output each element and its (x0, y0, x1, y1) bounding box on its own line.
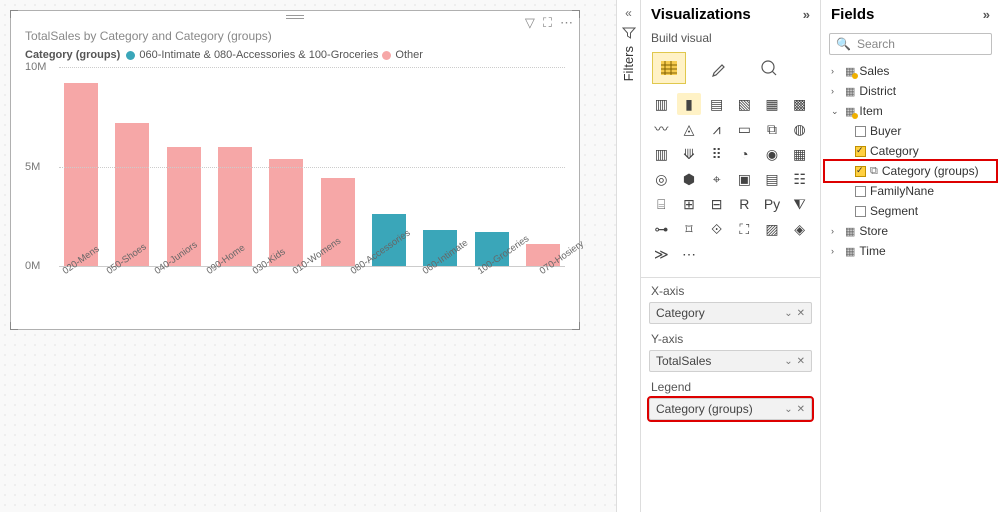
viz-type-button[interactable]: ▮ (677, 93, 702, 115)
table-icon: ▦ (845, 105, 855, 118)
more-icon[interactable]: ⋯ (560, 15, 573, 31)
viz-type-button[interactable]: ⧉ (760, 118, 785, 140)
visualizations-panel: Visualizations» Build visual ▥▮▤▧▦▩〰◬⩘▭⧉… (640, 0, 820, 512)
field-node[interactable]: Buyer (825, 121, 996, 141)
checkbox[interactable] (855, 166, 866, 177)
viz-type-button[interactable]: ⌸ (649, 193, 674, 215)
viz-type-button[interactable]: ⩘ (704, 118, 729, 140)
viz-type-button[interactable]: ⬢ (677, 168, 702, 190)
field-node[interactable]: Category (825, 141, 996, 161)
table-icon: ▦ (845, 225, 855, 238)
field-node[interactable]: FamilyNane (825, 181, 996, 201)
table-node[interactable]: ›▦District (825, 81, 996, 101)
group-icon: ⧉ (870, 165, 878, 178)
chevron-down-icon: ⌄ (784, 308, 792, 319)
checkbox[interactable] (855, 206, 866, 217)
viz-type-button[interactable]: ⊟ (704, 193, 729, 215)
viz-type-button[interactable]: ⛶ (732, 218, 757, 240)
viz-type-button[interactable]: ⧨ (787, 193, 812, 215)
field-node[interactable]: Segment (825, 201, 996, 221)
viz-type-button[interactable]: ◍ (787, 118, 812, 140)
chevron-down-icon: ⌄ (784, 404, 792, 415)
checkbox[interactable] (855, 186, 866, 197)
viz-type-button[interactable]: ▥ (649, 93, 674, 115)
viz-type-button[interactable]: ⟱ (677, 143, 702, 165)
viz-type-button[interactable]: ⌖ (704, 168, 729, 190)
x-axis-label: X-axis (641, 278, 820, 300)
viz-type-button[interactable]: ▨ (760, 218, 785, 240)
legend-well[interactable]: Category (groups)⌄✕ (649, 398, 812, 420)
viz-type-button[interactable]: ⊶ (649, 218, 674, 240)
drag-handle-icon[interactable] (286, 15, 304, 19)
table-icon: ▦ (845, 245, 855, 258)
chevron-right-icon[interactable]: » (803, 7, 810, 22)
build-visual-label: Build visual (641, 29, 820, 47)
chart-visual[interactable]: ▽ ⛶ ⋯ TotalSales by Category and Categor… (10, 10, 580, 330)
filter-icon[interactable]: ▽ (525, 15, 535, 31)
checkbox[interactable] (855, 146, 866, 157)
table-node[interactable]: ⌄▦Item (825, 101, 996, 121)
viz-type-button[interactable]: ▣ (732, 168, 757, 190)
viz-type-button[interactable]: ◬ (677, 118, 702, 140)
y-axis-label: Y-axis (641, 326, 820, 348)
viz-type-button[interactable]: ▤ (704, 93, 729, 115)
analytics-tab[interactable] (753, 53, 785, 83)
close-icon: ✕ (797, 356, 805, 367)
viz-type-button[interactable]: ▦ (760, 93, 785, 115)
viz-type-button[interactable]: ▧ (732, 93, 757, 115)
viz-type-button[interactable]: R (732, 193, 757, 215)
chevron-down-icon: ⌄ (784, 356, 792, 367)
table-node[interactable]: ›▦Store (825, 221, 996, 241)
x-axis-well[interactable]: Category⌄✕ (649, 302, 812, 324)
y-axis-well[interactable]: TotalSales⌄✕ (649, 350, 812, 372)
viz-type-button[interactable]: Py (760, 193, 785, 215)
panel-title: Visualizations (651, 6, 751, 23)
viz-type-button[interactable]: ▥ (649, 143, 674, 165)
viz-type-button[interactable]: ⠿ (704, 143, 729, 165)
table-icon: ▦ (845, 65, 855, 78)
y-tick-label: 10M (25, 61, 46, 73)
chart-plot-area: 0M5M10M (59, 67, 565, 267)
viz-type-button[interactable]: ☷ (787, 168, 812, 190)
viz-type-button[interactable]: ▦ (787, 143, 812, 165)
chevron-right-icon[interactable]: » (983, 7, 990, 22)
filters-rail[interactable]: « Filters (616, 0, 640, 512)
viz-type-button[interactable]: ≫ (649, 243, 674, 265)
filter-icon (622, 26, 636, 40)
build-visual-tab[interactable] (653, 53, 685, 83)
viz-type-button[interactable]: 〰 (649, 118, 674, 140)
chevron-left-icon[interactable]: « (625, 6, 632, 20)
search-input[interactable]: 🔍Search (829, 33, 992, 55)
table-node[interactable]: ›▦Time (825, 241, 996, 261)
viz-type-button[interactable]: ◉ (760, 143, 785, 165)
panel-title: Fields (831, 6, 874, 23)
close-icon: ✕ (797, 404, 805, 415)
viz-type-button[interactable]: ◈ (787, 218, 812, 240)
search-icon: 🔍 (836, 37, 851, 51)
viz-type-button[interactable]: ▭ (732, 118, 757, 140)
legend-label: Legend (641, 374, 820, 396)
viz-type-button[interactable]: ⊞ (677, 193, 702, 215)
field-node[interactable]: ⧉Category (groups) (825, 161, 996, 181)
viz-type-button[interactable]: ⌑ (677, 218, 702, 240)
table-icon: ▦ (845, 85, 855, 98)
viz-type-button[interactable]: ⋯ (677, 243, 702, 265)
viz-type-button[interactable]: ◎ (649, 168, 674, 190)
viz-type-button[interactable]: ◔ (732, 143, 757, 165)
checkbox[interactable] (855, 126, 866, 137)
format-visual-tab[interactable] (703, 53, 735, 83)
y-tick-label: 5M (25, 161, 40, 173)
chart-legend: Category (groups) 060-Intimate & 080-Acc… (11, 49, 579, 67)
viz-type-button[interactable]: ⟐ (704, 218, 729, 240)
table-node[interactable]: ›▦Sales (825, 61, 996, 81)
fields-panel: Fields » 🔍Search ›▦Sales›▦District⌄▦ItemB… (820, 0, 1000, 512)
focus-icon[interactable]: ⛶ (543, 15, 552, 31)
viz-type-button[interactable]: ▩ (787, 93, 812, 115)
y-tick-label: 0M (25, 260, 40, 272)
viz-type-button[interactable]: ▤ (760, 168, 785, 190)
report-canvas[interactable]: ▽ ⛶ ⋯ TotalSales by Category and Categor… (0, 0, 616, 512)
close-icon: ✕ (797, 308, 805, 319)
